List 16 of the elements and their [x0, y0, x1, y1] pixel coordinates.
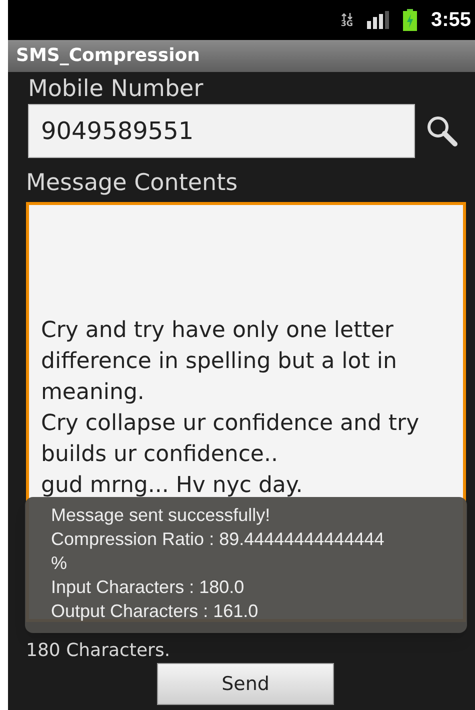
- signal-icon: [366, 11, 389, 29]
- toast-text: Output Characters : 161.0: [51, 600, 260, 623]
- toast-text: Input Characters : 180.0: [51, 576, 246, 599]
- field-label: Message Contents: [25, 169, 238, 198]
- app-title: SMS_Compression: [16, 47, 200, 65]
- field-label: Mobile Number: [28, 75, 204, 100]
- toast-text: Compression Ratio : 89.44444444444444: [51, 528, 386, 551]
- send-button[interactable]: Send: [157, 663, 334, 705]
- toast-text: Message sent successfully!: [51, 504, 272, 527]
- input-field[interactable]: 9049589551: [28, 104, 415, 158]
- battery-charging-icon: [402, 9, 417, 31]
- toast-text: %: [51, 552, 68, 575]
- character-count: 180 Characters.: [26, 639, 170, 663]
- message-text: Cry and try have only one letter difference in spelling but a lot in meaning. Cry collapse ur confidence and try builds ur confidence.. gud mrng... Hv nyc day.: [41, 317, 420, 500]
- status-time: 3:55: [430, 8, 471, 33]
- search-icon[interactable]: [425, 114, 459, 148]
